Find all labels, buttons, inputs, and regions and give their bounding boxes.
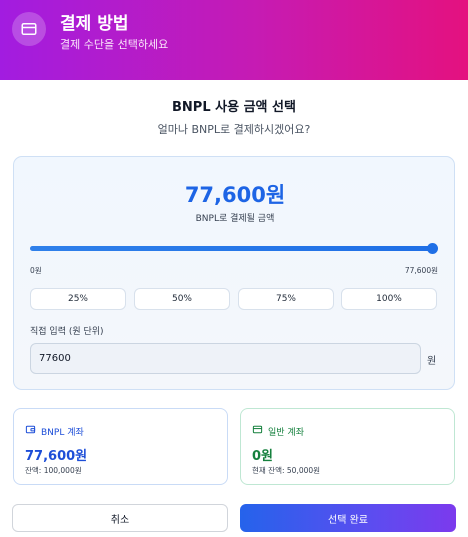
payment-header: 결제 방법 결제 수단을 선택하세요	[0, 0, 468, 80]
bnpl-amount-value: 77,600원	[184, 183, 286, 207]
slider-thumb[interactable]	[427, 243, 438, 254]
section-subtitle: 얼마나 BNPL로 결제하시겠어요?	[157, 123, 311, 136]
bnpl-account-balance: 잔액: 100,000원	[25, 466, 82, 475]
confirm-selection-button[interactable]: 선택 완료	[240, 504, 456, 532]
preset-25-button[interactable]: 25%	[30, 288, 126, 310]
wallet-icon	[25, 424, 36, 438]
card-icon	[252, 424, 263, 438]
credit-card-icon	[12, 12, 46, 46]
regular-account-balance: 현재 잔액: 50,000원	[252, 466, 321, 475]
bnpl-account-card: BNPL 계좌 77,600원 잔액: 100,000원	[13, 408, 228, 485]
slider-max-label: 77,600원	[404, 266, 438, 275]
regular-account-amount: 0원	[252, 449, 274, 464]
preset-50-button[interactable]: 50%	[134, 288, 230, 310]
bnpl-account-title: BNPL 계좌	[41, 427, 84, 438]
cancel-button[interactable]: 취소	[12, 504, 228, 532]
section-title: BNPL 사용 금액 선택	[172, 100, 296, 115]
direct-input-unit: 원	[427, 356, 437, 367]
slider-min-label: 0원	[30, 266, 42, 275]
regular-account-title: 일반 계좌	[268, 427, 304, 438]
slider-fill	[30, 246, 433, 251]
direct-input-label: 직접 입력 (원 단위)	[30, 327, 104, 337]
preset-75-button[interactable]: 75%	[238, 288, 334, 310]
direct-amount-input[interactable]	[30, 343, 421, 374]
bnpl-amount-caption: BNPL로 결제될 금액	[195, 214, 275, 224]
bnpl-amount-panel: 77,600원 BNPL로 결제될 금액 0원 77,600원 25% 50% …	[13, 156, 455, 390]
regular-account-card: 일반 계좌 0원 현재 잔액: 50,000원	[240, 408, 455, 485]
amount-slider[interactable]	[30, 243, 438, 254]
header-title: 결제 방법	[60, 14, 129, 34]
header-subtitle: 결제 수단을 선택하세요	[60, 38, 169, 51]
bnpl-account-amount: 77,600원	[25, 449, 88, 464]
preset-100-button[interactable]: 100%	[341, 288, 437, 310]
